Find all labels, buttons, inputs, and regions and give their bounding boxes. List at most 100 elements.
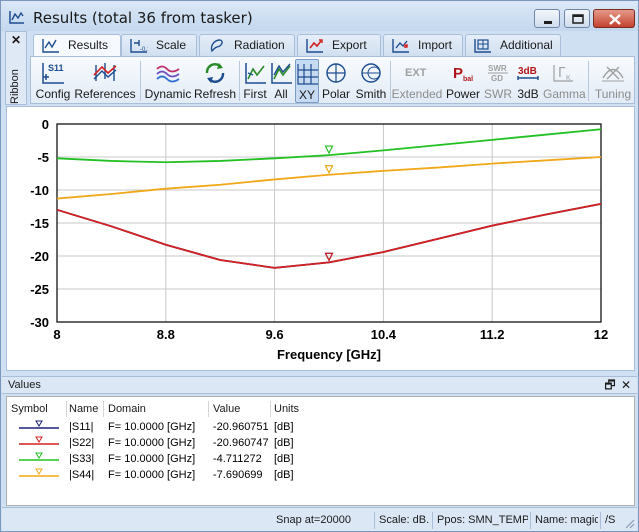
first-label: First xyxy=(243,87,267,101)
tuning-label: Tuning xyxy=(594,87,632,101)
extended-label: Extended xyxy=(391,87,443,101)
maximize-button[interactable] xyxy=(564,9,590,28)
tab-import[interactable]: Import xyxy=(383,34,463,56)
references-icon xyxy=(93,63,117,81)
xy-button[interactable]: XY xyxy=(295,59,319,103)
line-marker-symbol xyxy=(19,436,59,445)
config-button[interactable]: S11 Config xyxy=(33,59,73,103)
minimize-button[interactable] xyxy=(534,9,560,28)
gamma-button[interactable]: ΓK Gamma xyxy=(543,59,586,103)
dynamic-label: Dynamic xyxy=(144,87,192,101)
results-chart[interactable]: 8 8.8 9.6 10.4 11.2 12 0 -5 -10 -15 -20 -25 -30 Frequ… xyxy=(7,107,634,370)
smith-label: Smith xyxy=(355,87,387,101)
table-row[interactable]: |S44| F= 10.0000 [GHz] -7.690699 [dB] xyxy=(7,467,634,483)
results-tab-icon xyxy=(42,39,59,53)
column-header-symbol[interactable]: Symbol xyxy=(11,401,48,417)
x-tick-label: 11.2 xyxy=(480,327,505,342)
tab-scale[interactable]: -0.1 Scale xyxy=(121,34,197,56)
resize-grip-icon[interactable] xyxy=(623,517,635,529)
xy-grid-icon xyxy=(297,64,318,85)
import-tab-icon xyxy=(392,39,409,53)
all-chart-icon xyxy=(271,63,292,84)
tab-radiation-label: Radiation xyxy=(234,38,285,52)
refresh-icon xyxy=(205,63,225,83)
row-units: [dB] xyxy=(274,469,294,481)
polar-button[interactable]: Polar xyxy=(319,59,353,103)
svg-text:bal: bal xyxy=(463,76,473,83)
smith-chart-icon xyxy=(361,63,381,83)
column-divider xyxy=(270,401,271,417)
values-table: Symbol Name Domain Value Units |S11| F= … xyxy=(6,396,635,506)
y-tick-label: 0 xyxy=(42,117,49,132)
table-row[interactable]: |S22| F= 10.0000 [GHz] -20.960747 [dB] xyxy=(7,435,634,451)
extended-button[interactable]: EXT Extended xyxy=(391,59,443,103)
extended-icon: EXT xyxy=(405,67,427,79)
column-header-value[interactable]: Value xyxy=(213,401,240,417)
tab-radiation[interactable]: Radiation xyxy=(199,34,295,56)
status-extra: /S xyxy=(600,512,622,529)
close-panel-button[interactable]: ✕ xyxy=(619,378,633,392)
tab-export[interactable]: Export xyxy=(297,34,381,56)
s11-config-icon: S11 xyxy=(42,63,64,84)
row-value: -7.690699 xyxy=(213,469,263,481)
ribbon-tabs: Results -0.1 Scale Radiation Export Impo… xyxy=(31,34,635,57)
row-value: -20.960747 xyxy=(213,437,269,449)
polar-label: Polar xyxy=(321,87,350,101)
status-name: Name: magict xyxy=(530,512,598,529)
column-header-units[interactable]: Units xyxy=(274,401,299,417)
row-name: |S11| xyxy=(69,421,94,433)
ribbon-close-button[interactable]: ✕ xyxy=(11,33,21,47)
svg-text:EXT: EXT xyxy=(405,67,427,79)
svg-text:SWR: SWR xyxy=(488,64,507,73)
tab-additional[interactable]: Additional xyxy=(465,34,561,56)
row-units: [dB] xyxy=(274,421,294,433)
status-ppos: Ppos: SMN_TEMPL xyxy=(432,512,528,529)
references-button[interactable]: References xyxy=(73,59,137,103)
svg-text:P: P xyxy=(453,65,463,82)
tuning-icon xyxy=(602,66,624,82)
chart-panel[interactable]: 8 8.8 9.6 10.4 11.2 12 0 -5 -10 -15 -20 -25 -30 Frequ… xyxy=(6,106,635,371)
float-panel-button[interactable]: 🗗 xyxy=(603,378,617,392)
tuning-button[interactable]: Tuning xyxy=(591,59,635,103)
dynamic-button[interactable]: Dynamic xyxy=(143,59,193,103)
row-value: -4.711272 xyxy=(213,453,262,465)
y-tick-label: -10 xyxy=(30,183,49,198)
swr-button[interactable]: SWR GD SWR xyxy=(483,59,513,103)
table-row[interactable]: |S33| F= 10.0000 [GHz] -4.711272 [dB] xyxy=(7,451,634,467)
tab-export-label: Export xyxy=(332,38,367,52)
row-name: |S22| xyxy=(69,437,95,449)
first-button[interactable]: First xyxy=(241,59,269,103)
tab-results-label: Results xyxy=(68,38,109,52)
column-header-name[interactable]: Name xyxy=(69,401,98,417)
references-label: References xyxy=(74,87,136,101)
export-tab-icon xyxy=(306,39,323,53)
dynamic-waves-icon xyxy=(156,65,180,83)
y-tick-label: -20 xyxy=(30,249,49,264)
line-marker-symbol xyxy=(19,468,59,477)
table-row[interactable]: |S11| F= 10.0000 [GHz] -20.960751 [dB] xyxy=(7,419,634,435)
title-bar[interactable]: Results (total 36 from tasker) xyxy=(1,1,638,31)
x-tick-label: 8.8 xyxy=(157,327,175,342)
results-app-icon xyxy=(9,11,24,24)
y-tick-label: -30 xyxy=(30,315,49,330)
row-domain: F= 10.0000 [GHz] xyxy=(108,453,196,465)
3db-button[interactable]: 3dB 3dB xyxy=(513,59,543,103)
row-name: |S33| xyxy=(69,453,95,465)
smith-button[interactable]: Smith xyxy=(353,59,389,103)
3db-icon: 3dB xyxy=(517,66,539,80)
column-header-domain[interactable]: Domain xyxy=(108,401,146,417)
ribbon-toolbar: S11 Config References Dynamic Refresh Fi… xyxy=(30,56,635,104)
config-label: Config xyxy=(35,87,71,101)
first-chart-icon xyxy=(245,63,266,84)
close-window-button[interactable] xyxy=(593,9,635,28)
close-icon xyxy=(609,14,621,25)
minimize-icon xyxy=(544,21,552,24)
maximize-icon xyxy=(572,14,584,24)
values-panel-title: Values xyxy=(8,379,41,391)
y-tick-label: -5 xyxy=(37,150,49,165)
refresh-button[interactable]: Refresh xyxy=(193,59,237,103)
all-button[interactable]: All xyxy=(269,59,293,103)
tab-results[interactable]: Results xyxy=(33,34,121,57)
line-marker-symbol xyxy=(19,452,59,461)
power-button[interactable]: Pbal Power xyxy=(443,59,483,103)
